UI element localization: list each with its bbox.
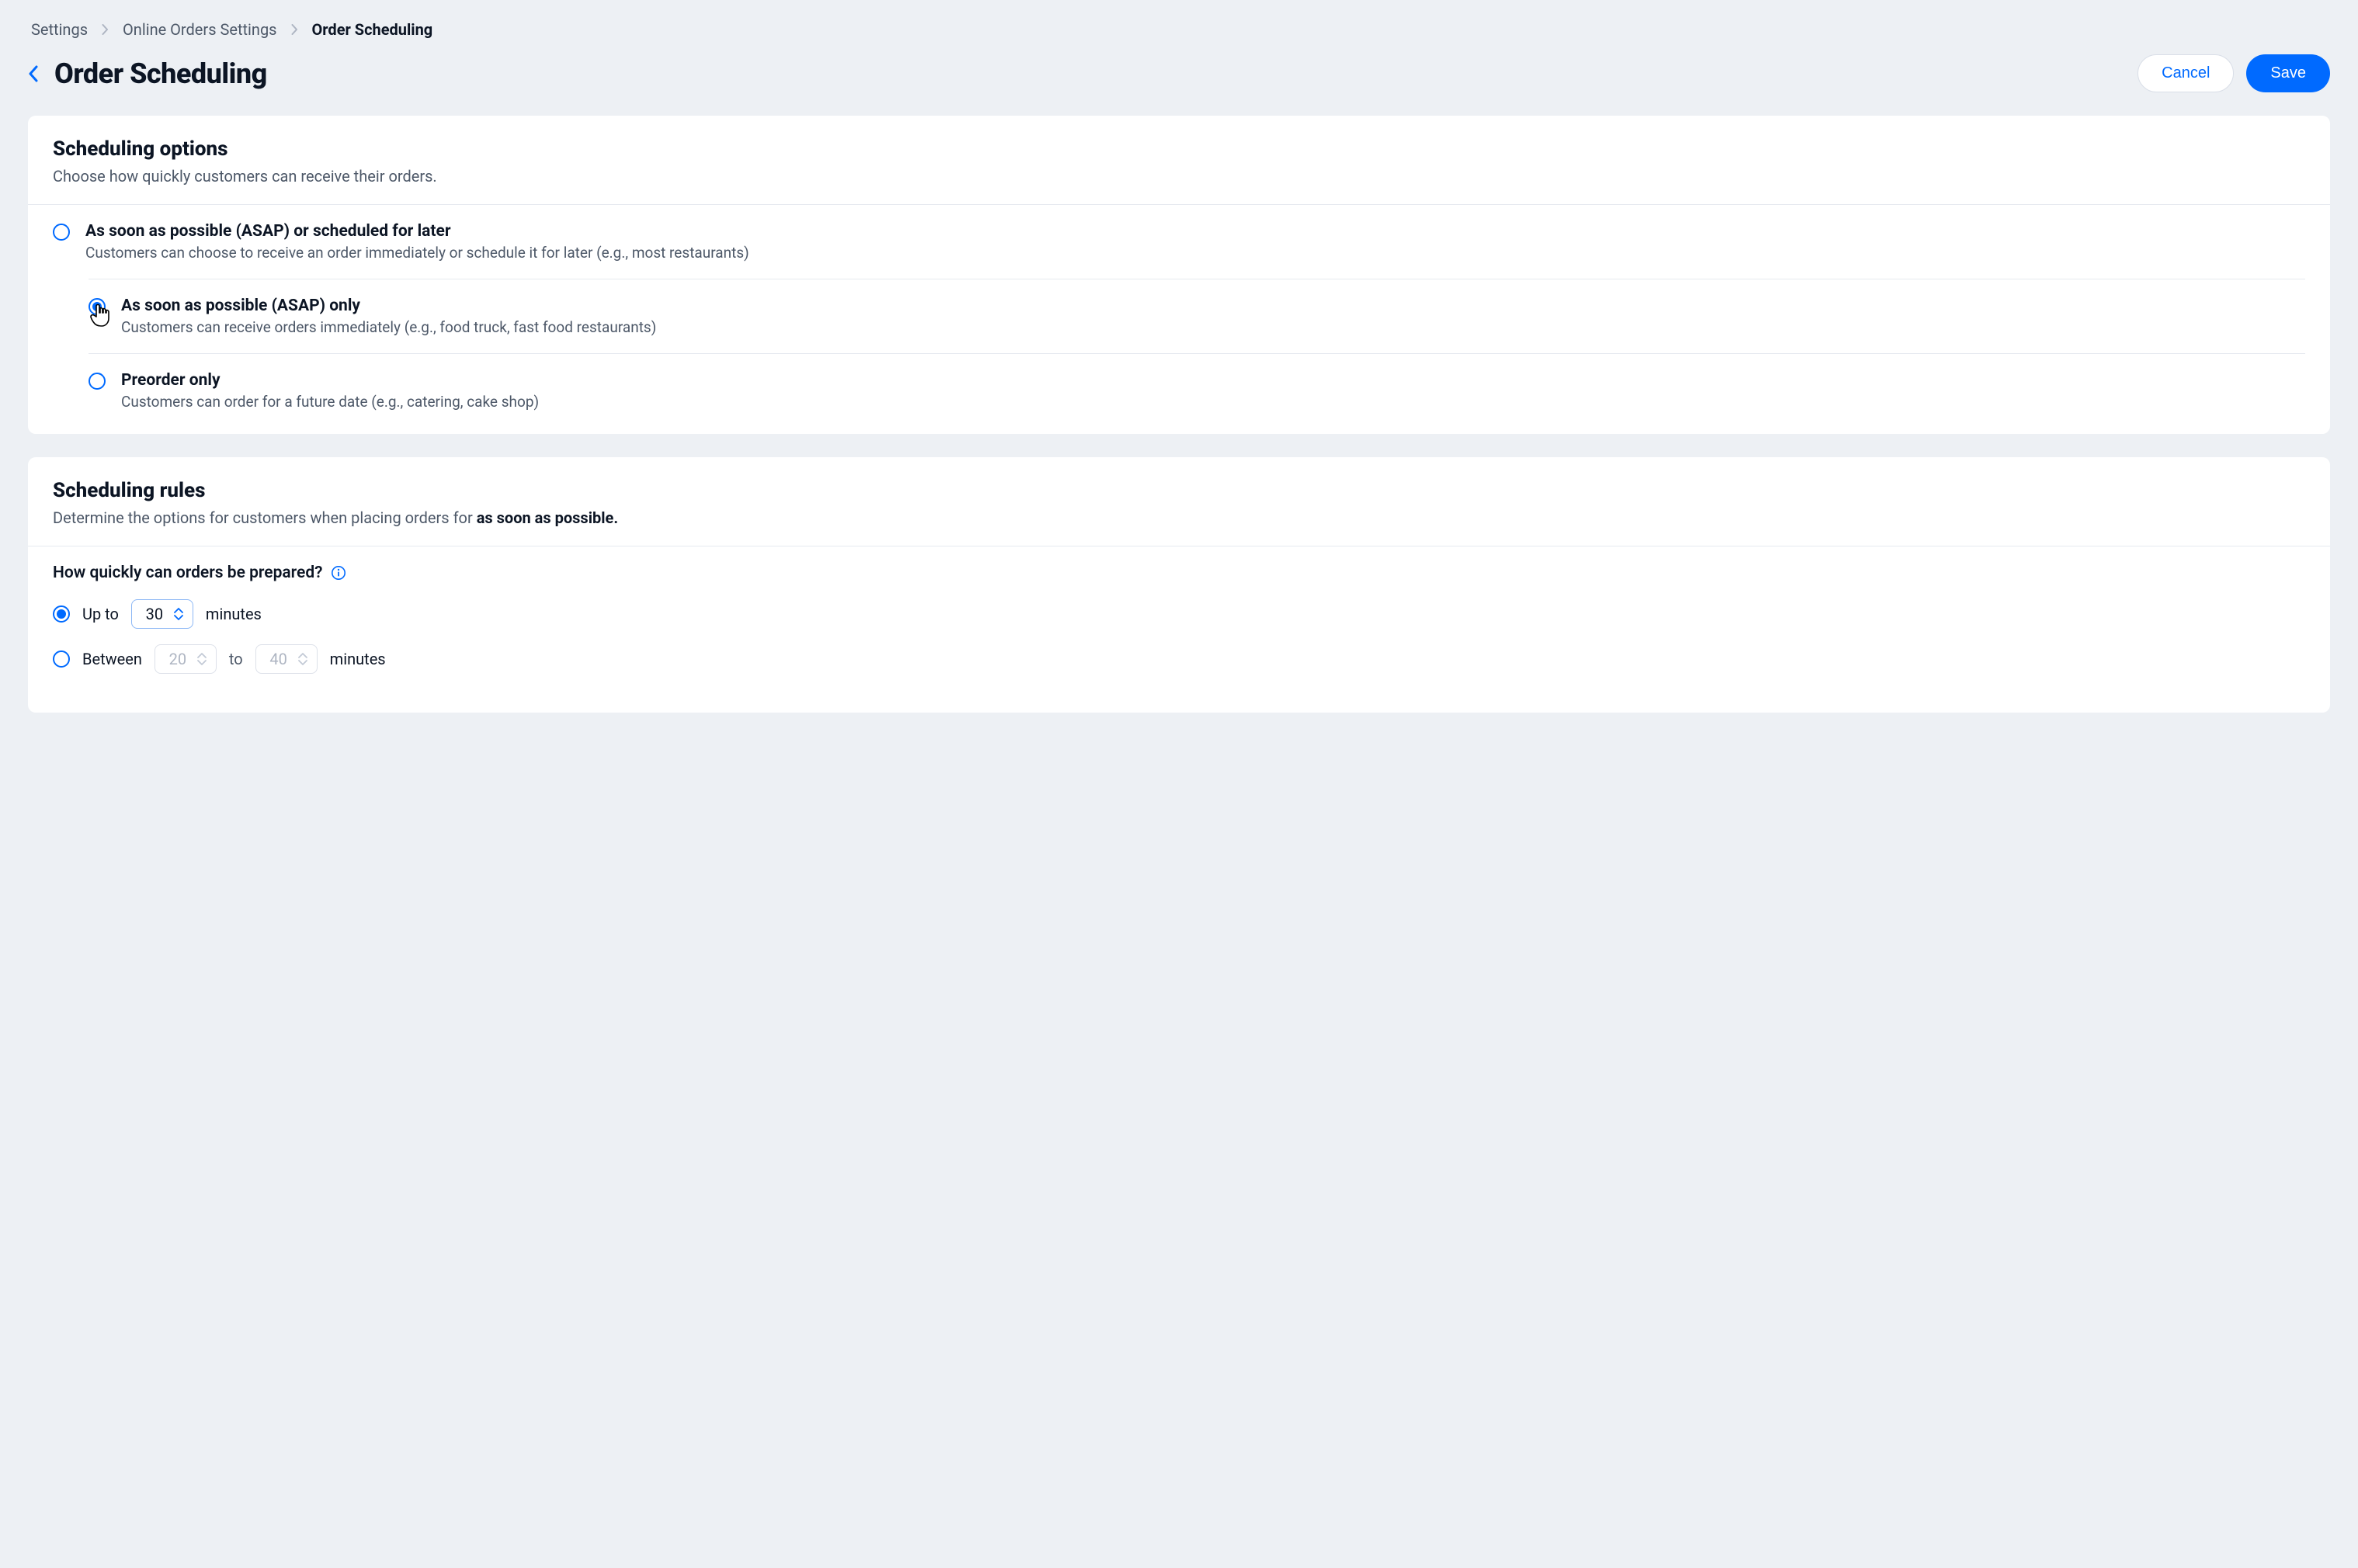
scheduling-options-subtitle: Choose how quickly customers can receive…: [53, 167, 2305, 186]
info-icon[interactable]: [331, 565, 346, 581]
prep-upto-after-label: minutes: [206, 605, 262, 623]
save-button[interactable]: Save: [2246, 54, 2330, 92]
input-value: 20: [166, 650, 189, 668]
chevron-right-icon: [291, 24, 298, 35]
cancel-button[interactable]: Cancel: [2137, 54, 2234, 92]
prep-option-upto[interactable]: Up to 30 minutes: [53, 599, 2305, 629]
prep-time-question: How quickly can orders be prepared?: [53, 564, 323, 582]
chevron-right-icon: [102, 24, 109, 35]
stepper-icon[interactable]: [174, 608, 183, 620]
radio-button[interactable]: [89, 298, 106, 315]
prep-between-to-label: to: [229, 650, 243, 668]
radio-button[interactable]: [89, 373, 106, 390]
scheduling-option-preorder-only[interactable]: Preorder only Customers can order for a …: [89, 353, 2305, 428]
back-icon[interactable]: [28, 65, 39, 82]
stepper-icon[interactable]: [197, 653, 207, 665]
option-title: As soon as possible (ASAP) or scheduled …: [85, 222, 749, 241]
radio-button[interactable]: [53, 224, 70, 241]
page-title: Order Scheduling: [54, 57, 267, 90]
scheduling-rules-card: Scheduling rules Determine the options f…: [28, 457, 2330, 713]
breadcrumb-current: Order Scheduling: [312, 20, 433, 39]
option-desc: Customers can choose to receive an order…: [85, 244, 749, 262]
prep-between-to-input[interactable]: 40: [255, 644, 318, 674]
prep-option-between[interactable]: Between 20 to 40 minutes: [53, 644, 2305, 674]
input-value: 40: [267, 650, 290, 668]
breadcrumb-settings[interactable]: Settings: [31, 20, 88, 39]
prep-between-from-input[interactable]: 20: [155, 644, 217, 674]
scheduling-rules-title: Scheduling rules: [53, 479, 2305, 502]
option-desc: Customers can receive orders immediately…: [121, 318, 656, 336]
prep-between-before-label: Between: [82, 650, 142, 668]
option-title: Preorder only: [121, 371, 539, 390]
scheduling-option-asap-or-later[interactable]: As soon as possible (ASAP) or scheduled …: [53, 205, 2305, 279]
prep-between-after-label: minutes: [330, 650, 386, 668]
rules-subtitle-prefix: Determine the options for customers when…: [53, 508, 477, 527]
scheduling-options-card: Scheduling options Choose how quickly cu…: [28, 116, 2330, 434]
scheduling-option-asap-only[interactable]: As soon as possible (ASAP) only Customer…: [89, 279, 2305, 353]
radio-button[interactable]: [53, 650, 70, 668]
prep-upto-before-label: Up to: [82, 605, 119, 623]
rules-subtitle-strong: as soon as possible.: [477, 508, 618, 527]
stepper-icon[interactable]: [298, 653, 307, 665]
breadcrumb: Settings Online Orders Settings Order Sc…: [28, 20, 2330, 39]
input-value: 30: [143, 605, 166, 623]
prep-upto-minutes-input[interactable]: 30: [131, 599, 193, 629]
scheduling-rules-subtitle: Determine the options for customers when…: [53, 508, 2305, 527]
radio-button[interactable]: [53, 605, 70, 623]
page-header: Order Scheduling Cancel Save: [28, 54, 2330, 92]
scheduling-options-title: Scheduling options: [53, 137, 2305, 161]
option-title: As soon as possible (ASAP) only: [121, 297, 656, 315]
option-desc: Customers can order for a future date (e…: [121, 393, 539, 411]
breadcrumb-online-orders-settings[interactable]: Online Orders Settings: [123, 20, 276, 39]
